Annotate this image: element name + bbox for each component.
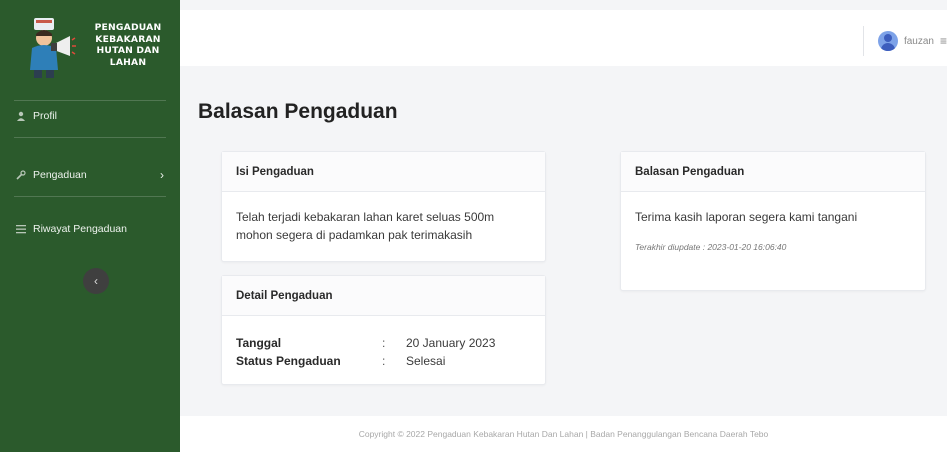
card-title: Detail Pengaduan	[222, 276, 545, 316]
last-updated: Terakhir diupdate : 2023-01-20 16:06:40	[635, 242, 787, 252]
detail-body: Tanggal : 20 January 2023 Status Pengadu…	[222, 316, 545, 386]
status-value: Selesai	[406, 354, 446, 368]
brand-title: PENGADUAN KEBAKARAN HUTAN DAN LAHAN	[86, 22, 170, 68]
username: fauzan	[903, 35, 934, 47]
reply-text: Terima kasih laporan segera kami tangani	[635, 210, 858, 224]
sidebar-divider	[14, 100, 166, 101]
brand-line: HUTAN DAN	[96, 45, 160, 56]
user-icon	[14, 109, 28, 123]
isi-pengaduan-card: Isi Pengaduan Telah terjadi kebakaran la…	[221, 151, 546, 262]
sidebar-divider	[14, 196, 166, 197]
sidebar: PENGADUAN KEBAKARAN HUTAN DAN LAHAN Prof…	[0, 0, 180, 452]
sidebar-divider	[14, 137, 166, 138]
avatar-icon	[877, 31, 898, 51]
footer: Copyright © 2022 Pengaduan Kebakaran Hut…	[180, 416, 947, 452]
chevron-left-icon: ‹	[94, 274, 98, 288]
brand-line: LAHAN	[109, 56, 147, 68]
sidebar-item-riwayat-pengaduan[interactable]: Riwayat Pengaduan	[0, 219, 180, 239]
brand[interactable]: PENGADUAN KEBAKARAN HUTAN DAN LAHAN	[0, 0, 180, 100]
detail-value: 20 January 2023	[406, 336, 496, 350]
detail-row-tanggal: Tanggal : 20 January 2023	[236, 334, 531, 352]
copyright-text: Copyright © 2022 Pengaduan Kebakaran Hut…	[358, 429, 769, 439]
detail-colon: :	[382, 336, 386, 350]
sidebar-item-label: Riwayat Pengaduan	[33, 223, 127, 235]
topbar: fauzan ≡	[180, 10, 947, 66]
card-title: Isi Pengaduan	[222, 152, 545, 192]
card-title: Balasan Pengaduan	[621, 152, 925, 192]
sidebar-item-label: Pengaduan	[33, 169, 87, 181]
sidebar-toggle-button[interactable]: ‹	[83, 268, 109, 294]
brand-logo	[30, 18, 76, 78]
sidebar-item-label: Profil	[33, 110, 57, 122]
brand-line: KEBAKARAN	[95, 33, 161, 45]
wrench-icon	[14, 168, 28, 182]
detail-pengaduan-card: Detail Pengaduan Tanggal : 20 January 20…	[221, 275, 546, 385]
menu-icon: ≡	[939, 34, 947, 48]
sidebar-item-profil[interactable]: Profil	[0, 106, 180, 126]
user-menu[interactable]: fauzan ≡	[862, 26, 947, 56]
detail-label: Status Pengaduan	[236, 354, 341, 368]
brand-line: PENGADUAN	[94, 22, 162, 33]
sidebar-item-pengaduan[interactable]: Pengaduan ›	[0, 165, 180, 185]
detail-label: Tanggal	[236, 336, 282, 350]
complaint-text: Telah terjadi kebakaran lahan karet selu…	[236, 210, 495, 242]
balasan-pengaduan-card: Balasan Pengaduan Terima kasih laporan s…	[620, 151, 926, 291]
topbar-divider	[862, 26, 864, 56]
reply-body: Terima kasih laporan segera kami tangani…	[621, 192, 925, 272]
page-title: Balasan Pengaduan	[198, 100, 398, 123]
chevron-right-icon: ›	[160, 168, 164, 182]
list-icon	[14, 222, 28, 236]
detail-colon: :	[382, 354, 386, 368]
detail-row-status: Status Pengaduan : Selesai	[236, 352, 531, 370]
